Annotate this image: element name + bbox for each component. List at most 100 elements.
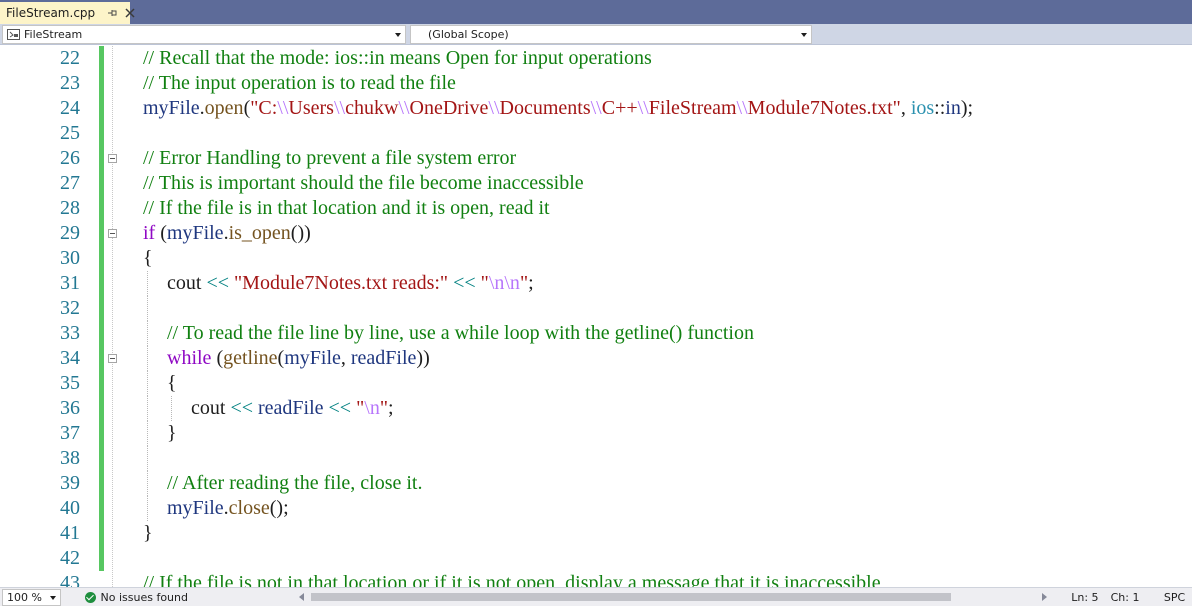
code-token: ,: [340, 347, 351, 369]
line-number: 32: [60, 297, 80, 319]
line-number: 35: [60, 372, 80, 394]
project-dropdown[interactable]: FileStream: [2, 24, 406, 44]
indent-guide: [147, 346, 148, 371]
line-number: 41: [60, 522, 80, 544]
code-text: cout << readFile << "\n";: [191, 396, 394, 421]
line-number: 40: [60, 497, 80, 519]
code-token: <<: [225, 397, 258, 419]
code-token: Users: [288, 97, 334, 119]
collapse-toggle-icon[interactable]: [108, 354, 117, 363]
scope-dropdown[interactable]: (Global Scope): [410, 24, 812, 44]
scrollbar-thumb[interactable]: [311, 593, 952, 601]
code-token: // Error Handling to prevent a file syst…: [143, 147, 517, 169]
code-text: cout << "Module7Notes.txt reads:" << "\n…: [167, 271, 534, 296]
code-token: in: [945, 97, 961, 119]
code-line[interactable]: 30 {: [0, 246, 1192, 271]
collapse-toggle-icon[interactable]: [108, 229, 117, 238]
line-number: 37: [60, 422, 80, 444]
issues-text: No issues found: [100, 590, 188, 604]
code-line[interactable]: 29 if (myFile.is_open()): [0, 221, 1192, 246]
code-token: \n: [364, 397, 380, 419]
line-number: 31: [60, 272, 80, 294]
code-token: \\: [398, 97, 410, 119]
code-token: // If the file is not in that location o…: [143, 572, 881, 587]
code-token: ": [379, 397, 388, 419]
code-editor[interactable]: 22 // Recall that the mode: ios::in means…: [0, 46, 1192, 587]
code-line[interactable]: 37}: [0, 421, 1192, 446]
code-token: // To read the file line by line, use a …: [167, 322, 754, 344]
zoom-dropdown[interactable]: 100 %: [2, 588, 61, 606]
code-token: \\: [488, 97, 500, 119]
document-tab-strip: FileStream.cpp: [0, 0, 1192, 24]
scroll-right-icon[interactable]: [1042, 593, 1048, 601]
code-line[interactable]: 35 {: [0, 371, 1192, 396]
code-line[interactable]: 22 // Recall that the mode: ios::in means…: [0, 46, 1192, 71]
issues-indicator[interactable]: No issues found: [84, 590, 226, 604]
code-token: myFile: [167, 497, 224, 519]
code-line[interactable]: 31 cout << "Module7Notes.txt reads:" << "…: [0, 271, 1192, 296]
project-icon: [7, 28, 20, 40]
collapse-toggle-icon[interactable]: [108, 154, 117, 163]
code-line[interactable]: 36 cout << readFile << "\n";: [0, 396, 1192, 421]
code-line[interactable]: 41}: [0, 521, 1192, 546]
code-token: // The input operation is to read the fi…: [143, 72, 456, 94]
code-line[interactable]: 34 while (getline(myFile, readFile)): [0, 346, 1192, 371]
change-tracking-bar: [99, 446, 104, 471]
whitespace-mode[interactable]: SPC: [1164, 591, 1192, 604]
code-token: \\: [590, 97, 602, 119]
code-line[interactable]: 39 // After reading the file, close it.: [0, 471, 1192, 496]
code-token: ": [480, 272, 489, 294]
line-indicator[interactable]: Ln: 5: [1071, 591, 1110, 604]
code-token: myFile: [166, 222, 224, 244]
change-tracking-bar: [99, 421, 104, 446]
code-line[interactable]: 25: [0, 121, 1192, 146]
code-token: // If the file is in that location and i…: [143, 197, 550, 219]
code-line[interactable]: 42: [0, 546, 1192, 571]
code-text: // This is important should the file bec…: [143, 171, 584, 196]
status-bar: 100 % No issues found Ln: 5 Ch: 1 SPC: [0, 587, 1192, 606]
code-token: cout: [191, 397, 226, 419]
code-text: // Error Handling to prevent a file syst…: [143, 146, 516, 171]
code-token: if: [143, 222, 156, 244]
line-number: 30: [60, 247, 80, 269]
change-tracking-bar: [99, 246, 104, 271]
change-tracking-bar: [99, 521, 104, 546]
indent-guide: [171, 396, 172, 421]
code-line[interactable]: 24 myFile.open("C:\\Users\\chukw\\OneDriv…: [0, 96, 1192, 121]
column-indicator[interactable]: Ch: 1: [1111, 591, 1152, 604]
code-line[interactable]: 23 // The input operation is to read the …: [0, 71, 1192, 96]
line-number: 38: [60, 447, 80, 469]
code-line[interactable]: 28 // If the file is in that location and…: [0, 196, 1192, 221]
change-tracking-bar: [99, 496, 104, 521]
code-line[interactable]: 38: [0, 446, 1192, 471]
code-line[interactable]: 40 myFile.close();: [0, 496, 1192, 521]
code-token: (: [211, 347, 224, 369]
tab-filestream-cpp[interactable]: FileStream.cpp: [0, 2, 135, 24]
line-number: 24: [60, 97, 80, 119]
indent-guide: [147, 371, 148, 396]
code-text: {: [143, 246, 153, 271]
line-number: 36: [60, 397, 80, 419]
change-tracking-bar: [99, 221, 104, 246]
code-line[interactable]: 32: [0, 296, 1192, 321]
scroll-left-icon[interactable]: [299, 593, 305, 601]
code-line[interactable]: 27 // This is important should the file b…: [0, 171, 1192, 196]
code-token: ::: [934, 97, 946, 119]
line-number: 26: [60, 147, 80, 169]
code-text: {: [167, 371, 177, 396]
chevron-down-icon: [395, 32, 401, 37]
horizontal-scrollbar[interactable]: [299, 591, 1048, 603]
code-text: }: [167, 421, 177, 446]
code-token: OneDrive: [409, 97, 489, 119]
code-line[interactable]: 33 // To read the file line by line, use …: [0, 321, 1192, 346]
line-number: 33: [60, 322, 80, 344]
code-line[interactable]: 26 // Error Handling to prevent a file sy…: [0, 146, 1192, 171]
close-icon[interactable]: [123, 6, 137, 20]
code-text: if (myFile.is_open()): [143, 221, 311, 246]
pin-icon[interactable]: [105, 6, 119, 20]
code-token: while: [167, 347, 212, 369]
code-token: <<: [448, 272, 481, 294]
code-line[interactable]: 43 // If the file is not in that location…: [0, 571, 1192, 587]
chevron-down-icon: [49, 595, 56, 600]
code-text: // After reading the file, close it.: [167, 471, 422, 496]
